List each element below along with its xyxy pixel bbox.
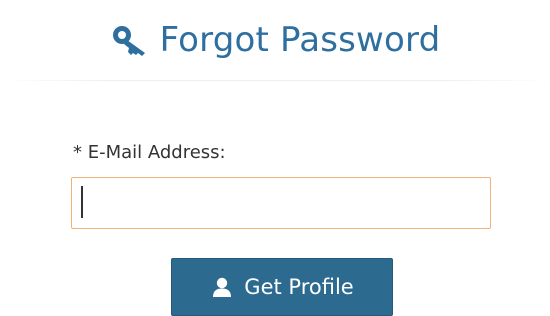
email-label: * E-Mail Address: xyxy=(73,142,226,163)
page-header: Forgot Password xyxy=(0,0,550,80)
get-profile-label: Get Profile xyxy=(244,275,354,299)
page-title: Forgot Password xyxy=(159,20,441,60)
email-input[interactable] xyxy=(71,177,491,229)
key-icon xyxy=(110,22,150,58)
title-wrap: Forgot Password xyxy=(110,20,441,60)
header-divider xyxy=(0,80,550,81)
user-icon xyxy=(210,275,234,299)
forgot-password-page: Forgot Password * E-Mail Address: Get Pr… xyxy=(0,0,550,316)
get-profile-button[interactable]: Get Profile xyxy=(171,258,393,316)
text-cursor xyxy=(81,186,83,218)
